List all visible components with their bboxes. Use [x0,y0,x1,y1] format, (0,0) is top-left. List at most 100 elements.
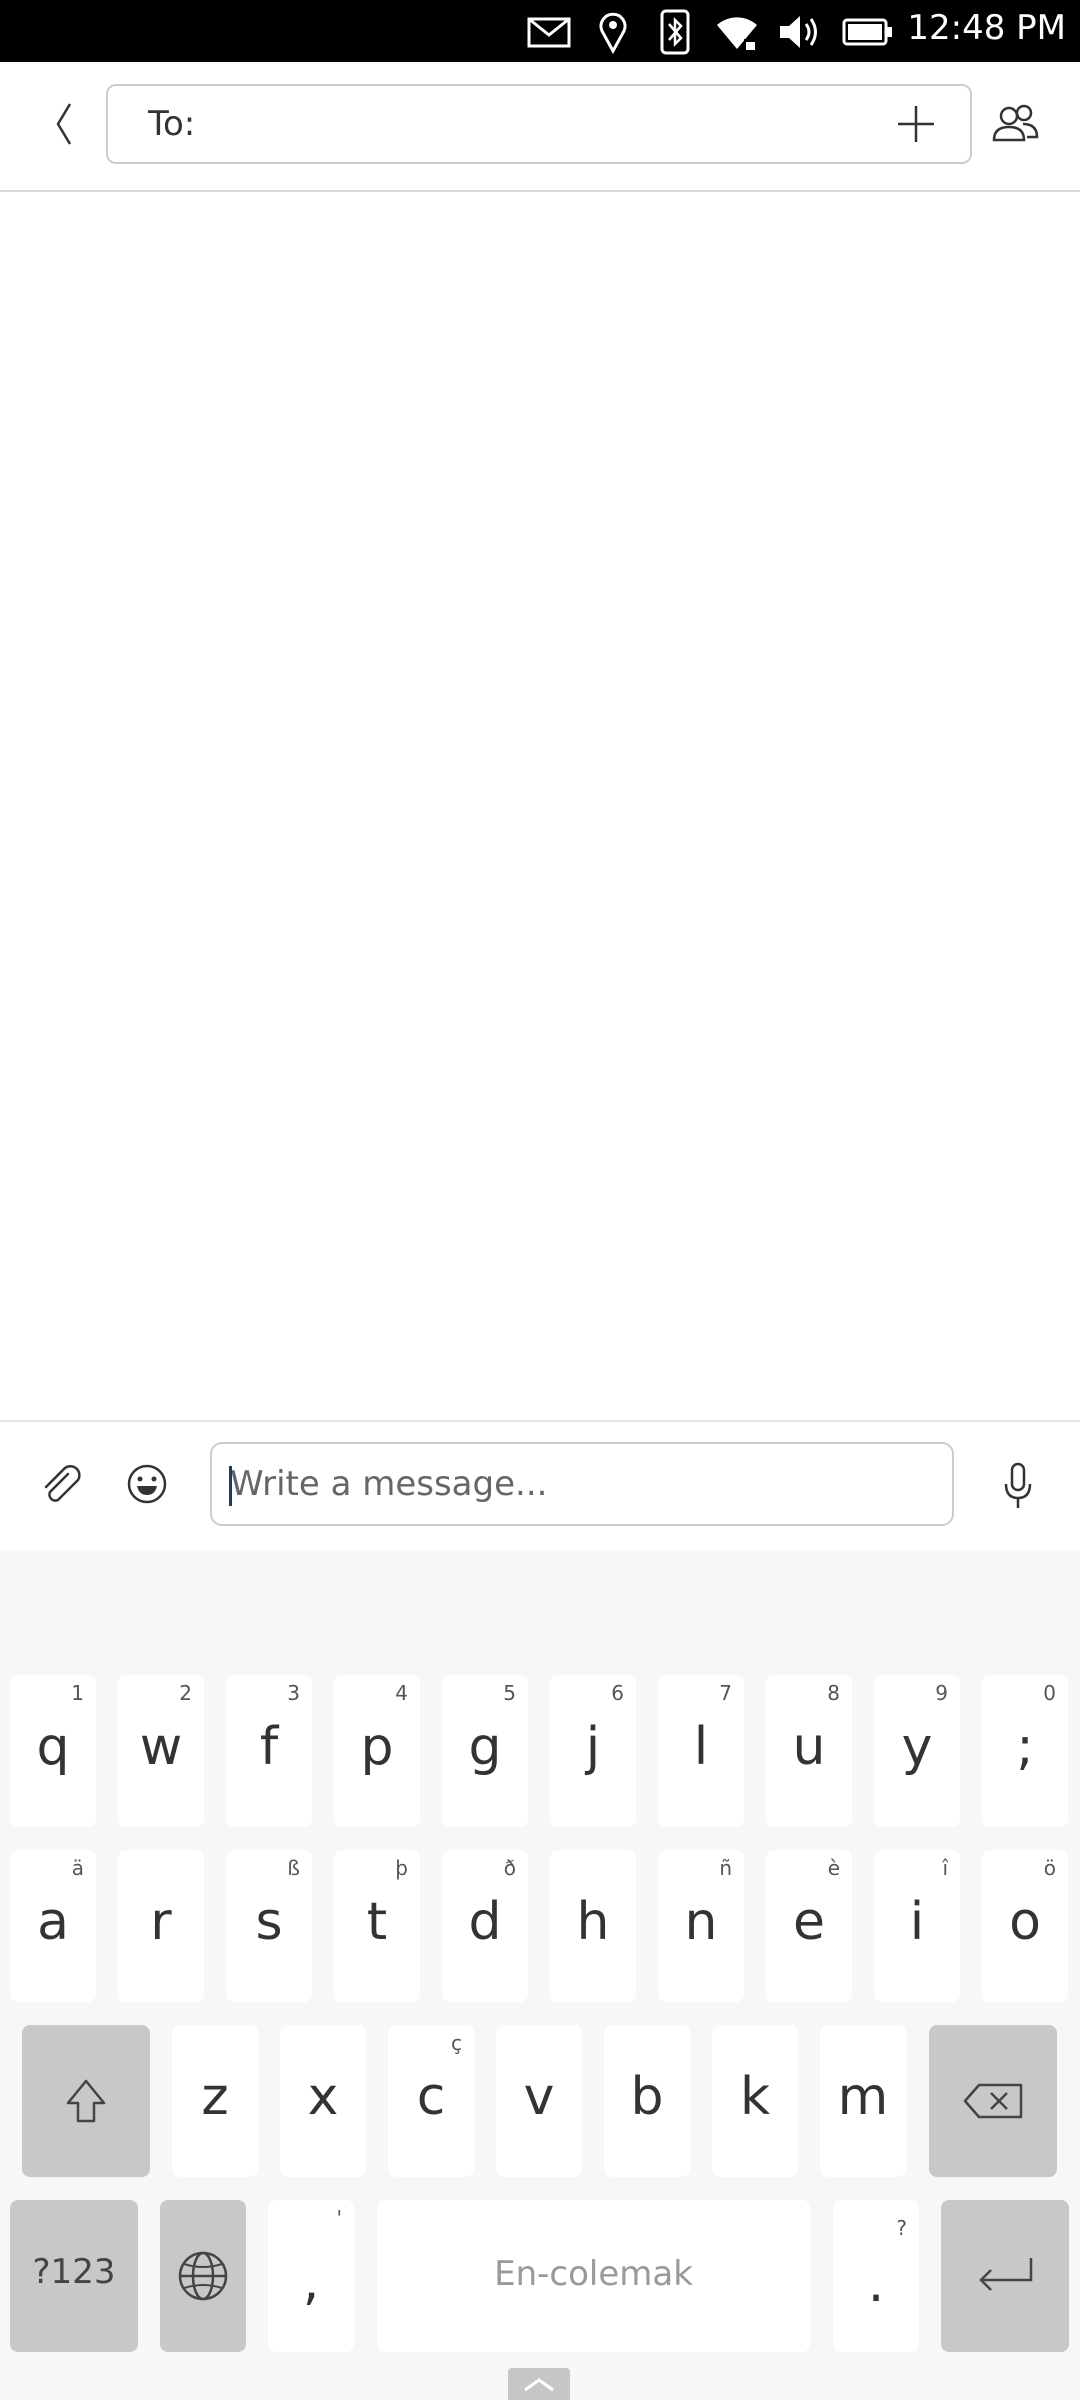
key-label: v [523,2067,555,2127]
paperclip-icon[interactable] [38,1462,86,1510]
key-t[interactable]: þt [334,1850,420,2002]
key-alt-label: ç [451,2031,462,2055]
key-alt-label: 8 [827,1681,840,1705]
backspace-key[interactable] [929,2025,1057,2177]
mail-icon [527,17,571,48]
key-label: n [684,1892,718,1952]
recipient-label: To: [148,104,196,144]
bluetooth-icon [660,9,690,55]
key-u[interactable]: 8u [766,1675,852,1827]
key-label: f [259,1717,279,1777]
key-f[interactable]: 3f [226,1675,312,1827]
comma-key-alt: ' [336,2206,343,2230]
key-q[interactable]: 1q [10,1675,96,1827]
comma-key[interactable]: ' , [268,2200,354,2352]
key-i[interactable]: îi [874,1850,960,2002]
key-label: b [630,2067,664,2127]
wifi-icon [717,17,757,51]
key-e[interactable]: èe [766,1850,852,2002]
shift-icon [66,2079,106,2123]
language-key[interactable] [160,2200,246,2352]
key-c[interactable]: çc [388,2025,474,2177]
key-x[interactable]: x [280,2025,366,2177]
key-z[interactable]: z [172,2025,258,2177]
contacts-icon[interactable] [990,100,1040,150]
key-y[interactable]: 9y [874,1675,960,1827]
key-a[interactable]: äa [10,1850,96,2002]
battery-icon [842,18,892,46]
compose-header: To: [0,62,1080,192]
key-m[interactable]: m [820,2025,906,2177]
period-key-label: . [867,2254,885,2314]
compose-bar [0,1420,1080,1552]
on-screen-keyboard: 1 q 2 w 3 f 4 p 5 g 6 j 7 l 8 u 9 y 0; äarßsþtðdhñnèeîiöo … [0,1550,1080,2400]
key-l[interactable]: 7l [658,1675,744,1827]
key-p[interactable]: 4p [334,1675,420,1827]
key-label: r [150,1892,172,1952]
period-key-alt: ? [896,2216,907,2240]
symbols-key[interactable]: ?123 [10,2200,138,2352]
emoji-icon[interactable] [125,1462,169,1506]
chevron-up-icon [524,2378,554,2392]
key-label: g [468,1717,502,1777]
keyboard-collapse-handle[interactable] [508,2368,570,2400]
key-w[interactable]: 2w [118,1675,204,1827]
key-b[interactable]: b [604,2025,690,2177]
key-d[interactable]: ðd [442,1850,528,2002]
enter-key[interactable] [941,2200,1069,2352]
key-alt-label: 2 [179,1681,192,1705]
message-input[interactable] [210,1442,954,1526]
key-v[interactable]: v [496,2025,582,2177]
status-bar: 12:48 PM [0,0,1080,62]
key-label: h [576,1892,610,1952]
key-alt-label: 9 [935,1681,948,1705]
chevron-left-icon[interactable] [38,92,90,156]
plus-icon[interactable] [894,102,938,146]
key-n[interactable]: ñn [658,1850,744,2002]
key-j[interactable]: 6j [550,1675,636,1827]
key-alt-label: ö [1043,1856,1056,1880]
key-label: m [837,2067,889,2127]
key-alt-label: ä [71,1856,84,1880]
key-alt-label: è [827,1856,840,1880]
space-key[interactable]: En-colemak [377,2200,810,2352]
key-label: d [468,1892,502,1952]
key-label: t [366,1892,388,1952]
key-alt-label: 6 [611,1681,624,1705]
key-r[interactable]: r [118,1850,204,2002]
key-label: e [793,1892,825,1952]
key-alt-label: 5 [503,1681,516,1705]
key-h[interactable]: h [550,1850,636,2002]
key-o[interactable]: öo [982,1850,1068,2002]
microphone-icon[interactable] [1000,1460,1036,1512]
key-label: s [255,1892,283,1952]
key-alt-label: î [942,1856,948,1880]
key-label: p [360,1717,394,1777]
key-label: y [901,1717,933,1777]
enter-icon [979,2258,1033,2291]
period-key[interactable]: ? . [833,2200,919,2352]
key-label: i [909,1892,925,1952]
key-label: w [139,1717,183,1777]
text-caret [229,1466,232,1506]
key-alt-label: 4 [395,1681,408,1705]
recipient-field[interactable]: To: [106,84,972,164]
key-label: a [37,1892,69,1952]
key-label: j [585,1717,601,1777]
key-label: u [792,1717,826,1777]
key-k[interactable]: k [712,2025,798,2177]
key-label: c [416,2067,446,2127]
key-s[interactable]: ßs [226,1850,312,2002]
key-semicolon[interactable]: 0; [982,1675,1068,1827]
globe-icon [178,2251,228,2301]
key-alt-label: ß [287,1856,300,1880]
symbols-key-label: ?123 [32,2252,116,2292]
space-key-label: En-colemak [494,2254,693,2294]
key-label: l [693,1717,709,1777]
key-label: k [739,2067,771,2127]
key-label: ; [1016,1717,1034,1777]
key-alt-label: 1 [71,1681,84,1705]
key-g[interactable]: 5g [442,1675,528,1827]
shift-key[interactable] [22,2025,150,2177]
key-alt-label: 0 [1043,1681,1056,1705]
